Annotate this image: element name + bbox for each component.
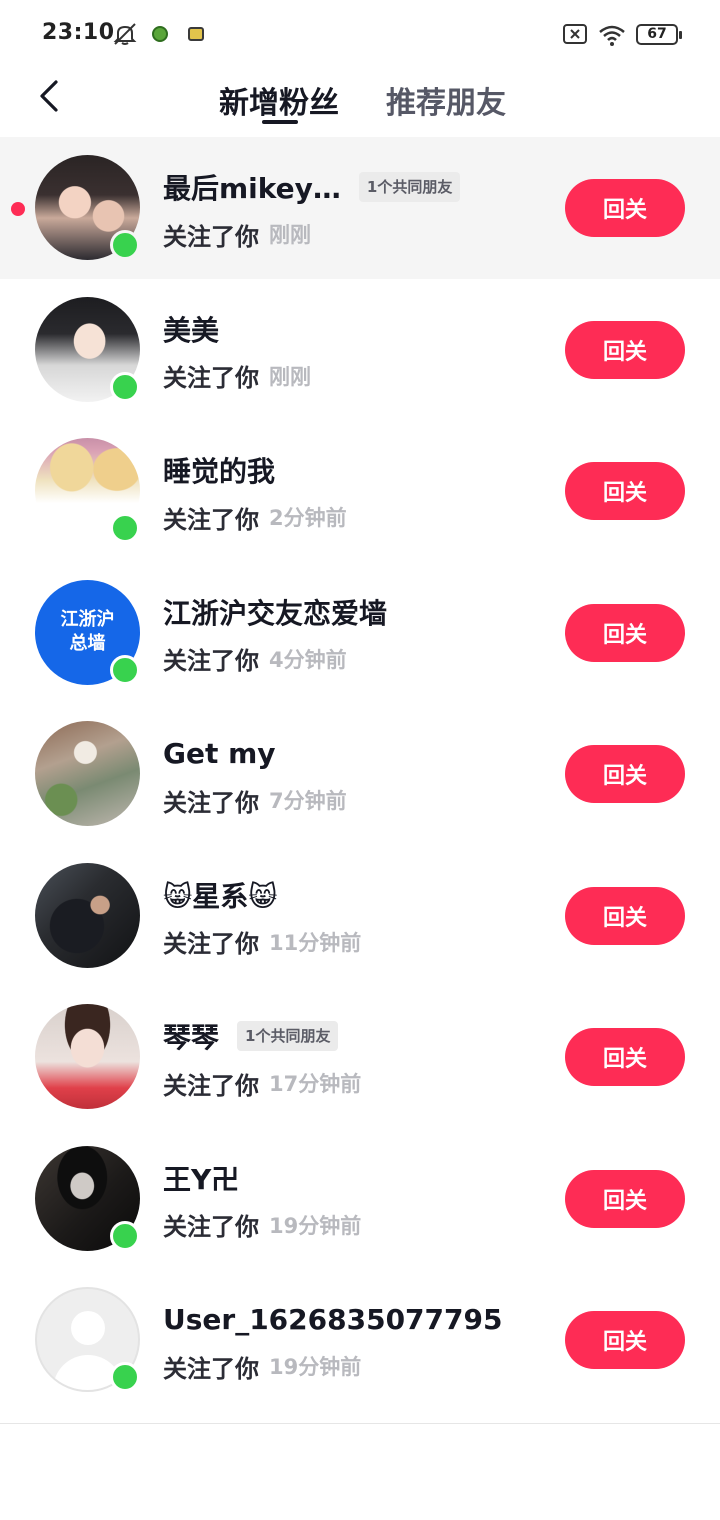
app-notification-icon <box>152 26 168 42</box>
follow-back-button[interactable]: 回关 <box>565 462 685 520</box>
online-status-dot <box>110 1362 140 1392</box>
follower-row[interactable]: User_1626835077795 关注了你 19分钟前 回关 <box>0 1269 720 1411</box>
follow-time: 11分钟前 <box>269 930 362 955</box>
follow-action-text: 关注了你 <box>163 930 259 958</box>
follow-time: 17分钟前 <box>269 1072 362 1096</box>
follow-action-text: 关注了你 <box>163 222 259 251</box>
back-arrow-icon[interactable] <box>30 76 70 116</box>
follow-time: 19分钟前 <box>269 1355 362 1379</box>
tab-recommended-friends[interactable]: 推荐朋友 <box>386 78 506 122</box>
follower-row[interactable]: 😸星系😸 关注了你 11分钟前 回关 <box>0 845 720 987</box>
follower-row[interactable]: 江浙沪 总墙 江浙沪交友恋爱墙 关注了你 4分钟前 回关 <box>0 562 720 704</box>
follower-name[interactable]: User_1626835077795 <box>163 1303 502 1336</box>
follow-time: 2分钟前 <box>269 506 347 530</box>
follow-back-button[interactable]: 回关 <box>565 1311 685 1369</box>
follow-action-text: 关注了你 <box>163 505 259 534</box>
mutual-friends-tag: 1个共同朋友 <box>237 1021 339 1051</box>
follow-back-button[interactable]: 回关 <box>565 745 685 803</box>
follow-action-text: 关注了你 <box>163 647 259 675</box>
follow-back-button[interactable]: 回关 <box>565 1169 685 1228</box>
online-status-dot <box>110 654 140 685</box>
follower-row[interactable]: 最后mikey… 1个共同朋友 关注了你 刚刚 回关 <box>0 137 720 279</box>
follower-name[interactable]: Get my <box>163 737 276 770</box>
app-notification-icon <box>188 27 204 41</box>
avatar[interactable] <box>35 862 140 968</box>
active-tab-indicator <box>262 120 298 124</box>
follower-name[interactable]: 😸星系😸 <box>163 875 277 915</box>
avatar[interactable] <box>35 1004 140 1109</box>
follower-name[interactable]: 琴琴 <box>163 1016 219 1056</box>
follower-name[interactable]: 睡觉的我 <box>163 450 275 490</box>
follow-back-button[interactable]: 回关 <box>565 1028 685 1086</box>
follower-row[interactable]: Get my 关注了你 7分钟前 回关 <box>0 703 720 845</box>
follower-name[interactable]: 最后mikey… <box>163 167 341 207</box>
follower-row[interactable]: 琴琴 1个共同朋友 关注了你 17分钟前 回关 <box>0 986 720 1128</box>
header: 新增粉丝 推荐朋友 <box>0 68 720 136</box>
follower-list: 最后mikey… 1个共同朋友 关注了你 刚刚 回关 美美 关注了你 刚刚 回关… <box>0 137 720 1411</box>
follow-back-button[interactable]: 回关 <box>565 179 685 237</box>
follow-time: 19分钟前 <box>269 1213 362 1238</box>
follower-row[interactable]: 睡觉的我 关注了你 2分钟前 回关 <box>0 420 720 562</box>
follow-time: 刚刚 <box>269 364 311 389</box>
mute-bell-icon <box>113 23 137 45</box>
status-time: 23:10 <box>42 20 115 45</box>
wifi-icon <box>599 25 625 46</box>
online-status-dot <box>110 513 140 543</box>
avatar[interactable] <box>35 721 140 826</box>
follow-action-text: 关注了你 <box>163 1071 259 1100</box>
follow-action-text: 关注了你 <box>163 1354 259 1383</box>
follower-name[interactable]: 王Y卍 <box>163 1158 239 1198</box>
avatar-text: 总墙 <box>69 633 106 654</box>
follow-action-text: 关注了你 <box>163 788 259 817</box>
list-end-divider <box>0 1423 720 1424</box>
follow-back-button[interactable]: 回关 <box>565 320 685 379</box>
battery-indicator: 67 <box>636 24 682 45</box>
no-sim-icon <box>563 24 587 44</box>
tab-new-followers[interactable]: 新增粉丝 <box>219 78 339 122</box>
follower-name[interactable]: 美美 <box>163 309 219 349</box>
follower-row[interactable]: 王Y卍 关注了你 19分钟前 回关 <box>0 1128 720 1270</box>
follow-time: 刚刚 <box>269 223 311 247</box>
mutual-friends-tag: 1个共同朋友 <box>358 172 461 202</box>
status-bar: 23:10 67 <box>0 0 720 68</box>
follow-time: 4分钟前 <box>269 647 347 672</box>
avatar-text: 江浙沪 <box>60 609 115 630</box>
follower-name[interactable]: 江浙沪交友恋爱墙 <box>163 592 387 632</box>
follow-back-button[interactable]: 回关 <box>565 886 685 945</box>
follow-action-text: 关注了你 <box>163 364 259 392</box>
follow-action-text: 关注了你 <box>163 1213 259 1241</box>
online-status-dot <box>110 371 140 402</box>
follow-back-button[interactable]: 回关 <box>565 603 685 662</box>
unread-dot <box>11 202 25 216</box>
online-status-dot <box>110 1220 140 1251</box>
follow-time: 7分钟前 <box>269 789 347 813</box>
online-status-dot <box>110 230 140 260</box>
follower-row[interactable]: 美美 关注了你 刚刚 回关 <box>0 279 720 421</box>
